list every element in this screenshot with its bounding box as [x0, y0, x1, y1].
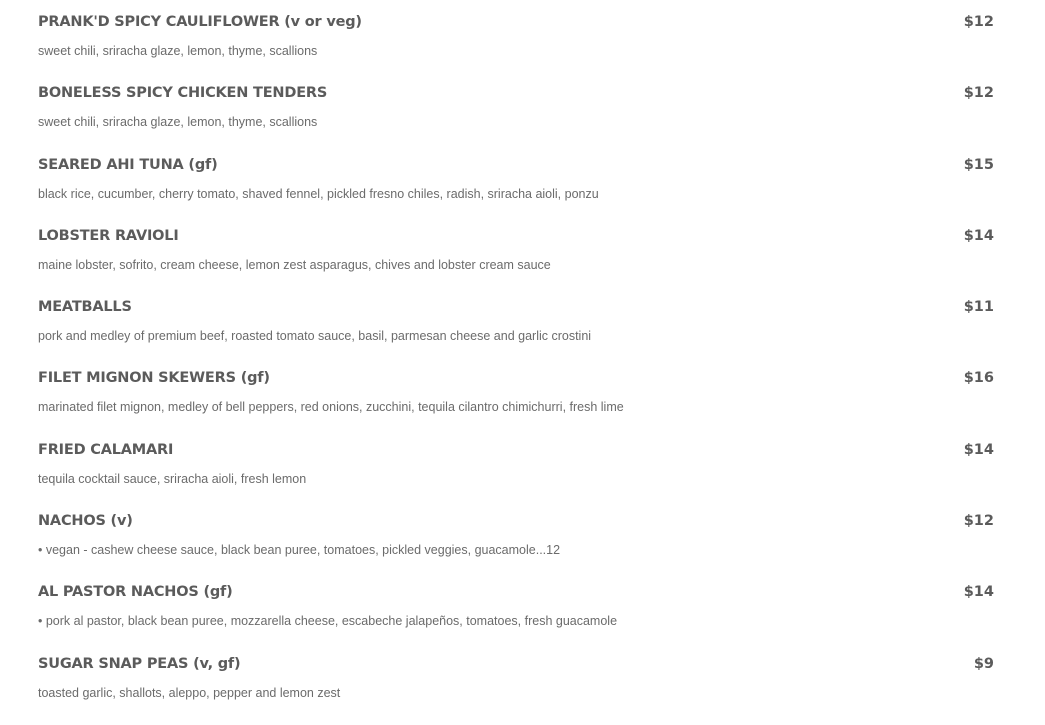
item-price: $16 [963, 370, 994, 387]
item-price: $14 [963, 584, 994, 601]
menu-item: LOBSTER RAVIOLI $14 maine lobster, sofri… [38, 226, 994, 297]
menu-item: SUGAR SNAP PEAS (v, gf) $9 toasted garli… [38, 654, 994, 725]
menu-list: PRANK'D SPICY CAULIFLOWER (v or veg) $12… [38, 12, 994, 725]
item-name: LOBSTER RAVIOLI [38, 227, 179, 244]
item-price: $12 [963, 14, 994, 30]
item-name: SUGAR SNAP PEAS (v, gf) [38, 655, 241, 672]
item-name: PRANK'D SPICY CAULIFLOWER (v or veg) [38, 14, 362, 30]
item-name: BONELESS SPICY CHICKEN TENDERS [38, 85, 328, 102]
item-price: $11 [963, 299, 994, 316]
item-price: $15 [963, 156, 994, 173]
item-name: NACHOS (v) [38, 513, 133, 530]
item-description: toasted garlic, shallots, aleppo, pepper… [38, 685, 341, 700]
item-description: maine lobster, sofrito, cream cheese, le… [38, 257, 551, 272]
menu-item: FRIED CALAMARI $14 tequila cocktail sauc… [38, 440, 994, 511]
menu-item: PRANK'D SPICY CAULIFLOWER (v or veg) $12… [38, 12, 994, 83]
menu-item: FILET MIGNON SKEWERS (gf) $16 marinated … [38, 368, 994, 439]
item-description: • pork al pastor, black bean puree, mozz… [38, 614, 618, 629]
menu-item: NACHOS (v) $12 • vegan - cashew cheese s… [38, 511, 994, 582]
item-description: sweet chili, sriracha glaze, lemon, thym… [38, 115, 318, 130]
menu-item: SEARED AHI TUNA (gf) $15 black rice, cuc… [38, 155, 994, 226]
item-description: tequila cocktail sauce, sriracha aioli, … [38, 471, 307, 486]
item-description: pork and medley of premium beef, roasted… [38, 329, 592, 344]
item-description: black rice, cucumber, cherry tomato, sha… [38, 186, 599, 201]
item-price: $14 [963, 227, 994, 244]
item-price: $9 [973, 655, 994, 672]
item-name: SEARED AHI TUNA (gf) [38, 156, 218, 173]
item-name: AL PASTOR NACHOS (gf) [38, 584, 233, 601]
menu-item: MEATBALLS $11 pork and medley of premium… [38, 297, 994, 368]
item-name: FILET MIGNON SKEWERS (gf) [38, 370, 270, 387]
item-name: MEATBALLS [38, 299, 132, 316]
item-name: FRIED CALAMARI [38, 441, 174, 458]
item-description: • vegan - cashew cheese sauce, black bea… [38, 543, 561, 558]
item-price: $12 [963, 85, 994, 102]
item-description: marinated filet mignon, medley of bell p… [38, 400, 624, 415]
menu-item: AL PASTOR NACHOS (gf) $14 • pork al past… [38, 582, 994, 653]
menu-item: BONELESS SPICY CHICKEN TENDERS $12 sweet… [38, 83, 994, 154]
item-price: $14 [963, 441, 994, 458]
item-price: $12 [963, 513, 994, 530]
item-description: sweet chili, sriracha glaze, lemon, thym… [38, 44, 318, 58]
